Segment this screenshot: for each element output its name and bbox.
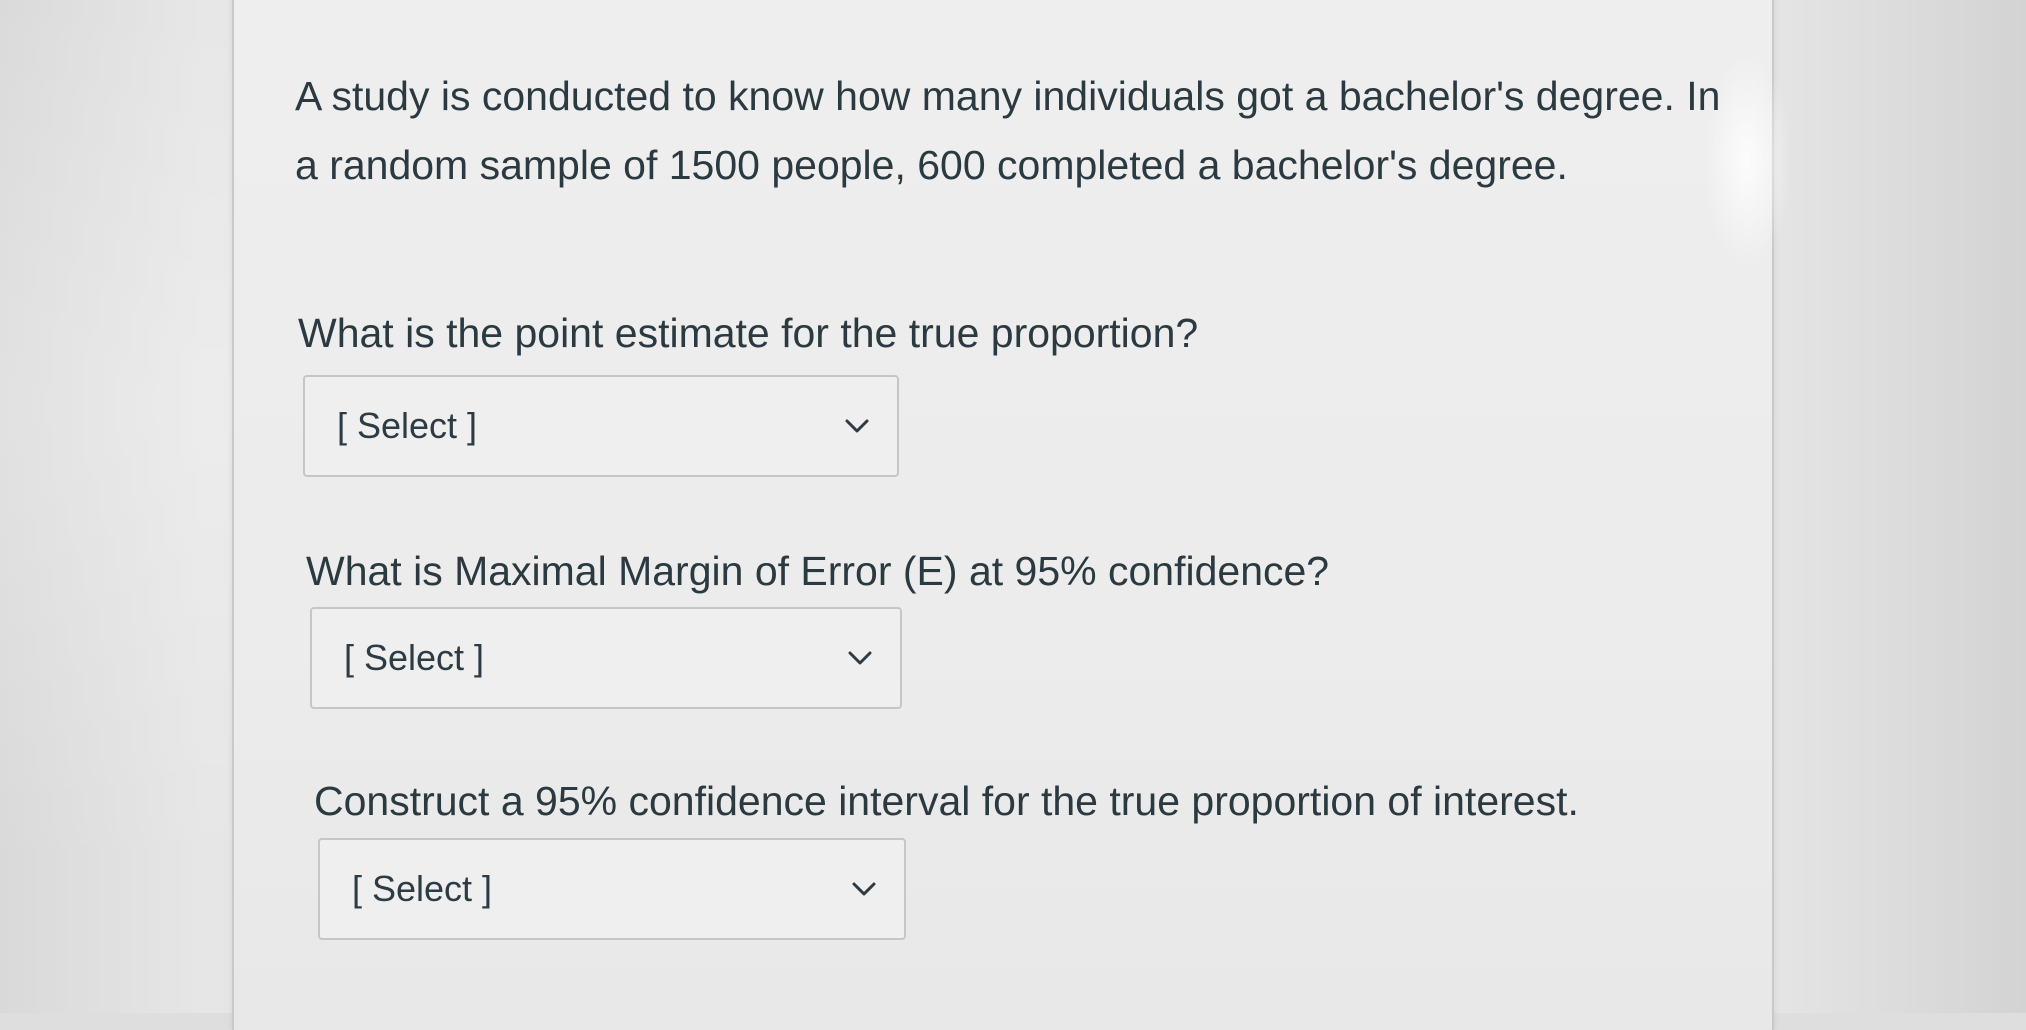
select-value: [ Select ] <box>352 868 493 909</box>
confidence-interval-select[interactable]: [ Select ] <box>318 838 906 940</box>
chevron-down-icon <box>850 880 878 898</box>
question-prompt-margin-of-error: What is Maximal Margin of Error (E) at 9… <box>306 548 1330 594</box>
margin-of-error-select[interactable]: [ Select ] <box>310 607 902 709</box>
point-estimate-select[interactable]: [ Select ] <box>303 375 899 477</box>
select-value: [ Select ] <box>337 405 478 446</box>
question-stem: A study is conducted to know how many in… <box>295 73 1721 188</box>
chevron-down-icon <box>843 417 871 435</box>
chevron-down-icon <box>846 649 874 667</box>
select-value: [ Select ] <box>344 637 485 678</box>
question-prompt-point-estimate: What is the point estimate for the true … <box>298 310 1199 356</box>
question-prompt-confidence-interval: Construct a 95% confidence interval for … <box>314 778 1579 824</box>
